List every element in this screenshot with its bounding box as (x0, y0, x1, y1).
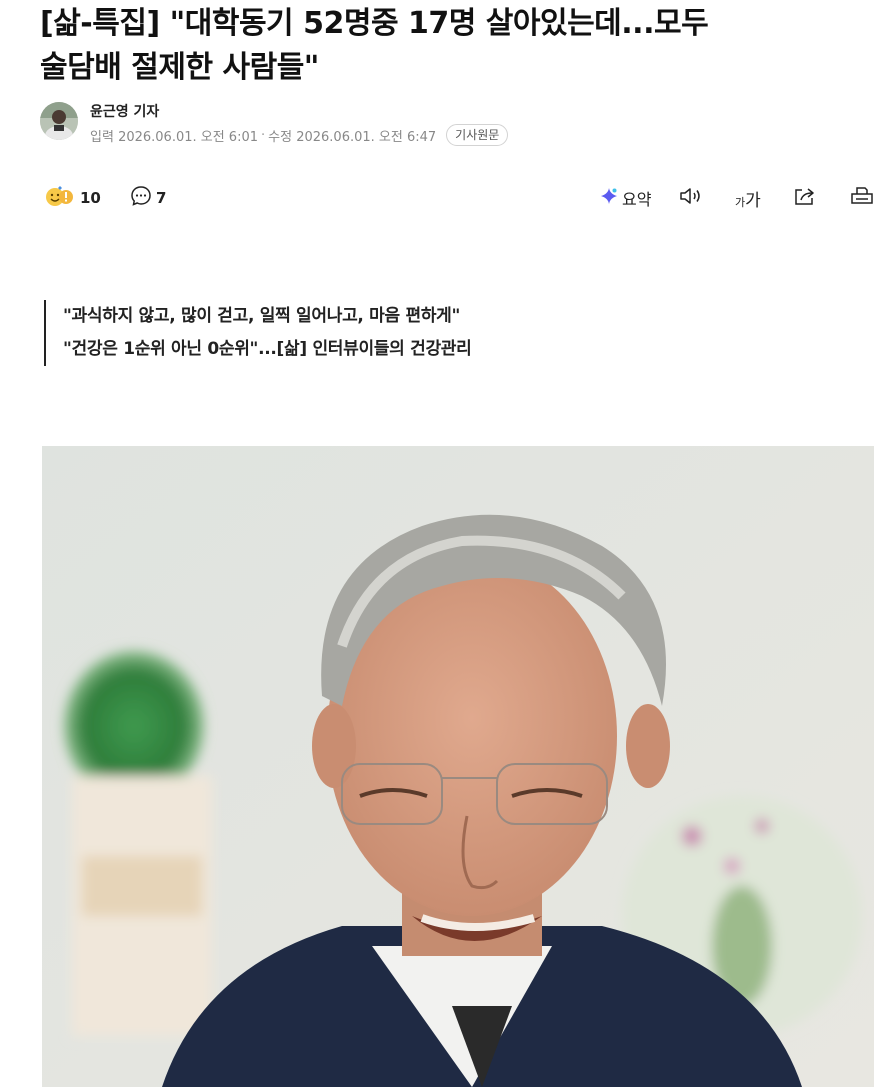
print-icon (850, 185, 874, 211)
summary-label: 요약 (622, 190, 652, 209)
reaction-count: 10 (80, 189, 101, 207)
speaker-icon (678, 185, 704, 211)
share-icon (793, 185, 817, 211)
summary-sparkle-icon (599, 186, 619, 210)
reporter-name[interactable]: 윤근영 기자 (90, 101, 159, 121)
input-label: 입력 (90, 129, 114, 145)
print-button[interactable] (850, 182, 874, 214)
modified-time: 2026.06.01. 오전 6:47 (296, 129, 437, 145)
date-separator: · (261, 127, 266, 143)
comment-icon (130, 185, 152, 211)
headline-line-2: 술담배 절제한 사람들" (40, 50, 319, 85)
font-size-button[interactable]: 가가 (735, 182, 761, 214)
article-toolbar: 10 7 요약 가가 (40, 182, 882, 214)
portrait-image (42, 446, 874, 1087)
subheadline-quote: "과식하지 않고, 많이 걷고, 일찍 일어나고, 마음 편하게" "건강은 1… (44, 300, 472, 366)
avatar-image (40, 102, 78, 140)
subheadline-2: "건강은 1순위 아닌 0순위"...[삶] 인터뷰이들의 건강관리 (63, 339, 472, 359)
tts-button[interactable] (678, 182, 704, 214)
comment-button[interactable]: 7 (130, 182, 166, 214)
input-time: 2026.06.01. 오전 6:01 (118, 129, 259, 145)
article-photo[interactable] (42, 446, 874, 1087)
headline-line-1: [삶-특집] "대학동기 52명중 17명 살아있는데...모두 (40, 6, 709, 41)
subheadline-1: "과식하지 않고, 많이 걷고, 일찍 일어나고, 마음 편하게" (63, 306, 461, 326)
modified-label: 수정 (268, 129, 293, 145)
reaction-emoji-icon (44, 184, 74, 212)
comment-count: 7 (156, 189, 167, 207)
article: [삶-특집] "대학동기 52명중 17명 살아있는데...모두 술담배 절제한… (0, 0, 882, 1087)
reaction-button[interactable]: 10 (44, 182, 101, 214)
original-article-button[interactable]: 기사원문 (446, 124, 509, 146)
reporter-avatar[interactable] (40, 102, 78, 140)
summary-button[interactable]: 요약 (599, 182, 651, 214)
font-size-icon: 가가 (735, 190, 761, 211)
article-headline: [삶-특집] "대학동기 52명중 17명 살아있는데...모두 술담배 절제한… (40, 2, 875, 90)
article-dates: 입력 2026.06.01. 오전 6:01 · 수정 2026.06.01. … (90, 124, 509, 146)
share-button[interactable] (793, 182, 817, 214)
byline: 윤근영 기자 입력 2026.06.01. 오전 6:01 · 수정 2026.… (40, 100, 840, 146)
